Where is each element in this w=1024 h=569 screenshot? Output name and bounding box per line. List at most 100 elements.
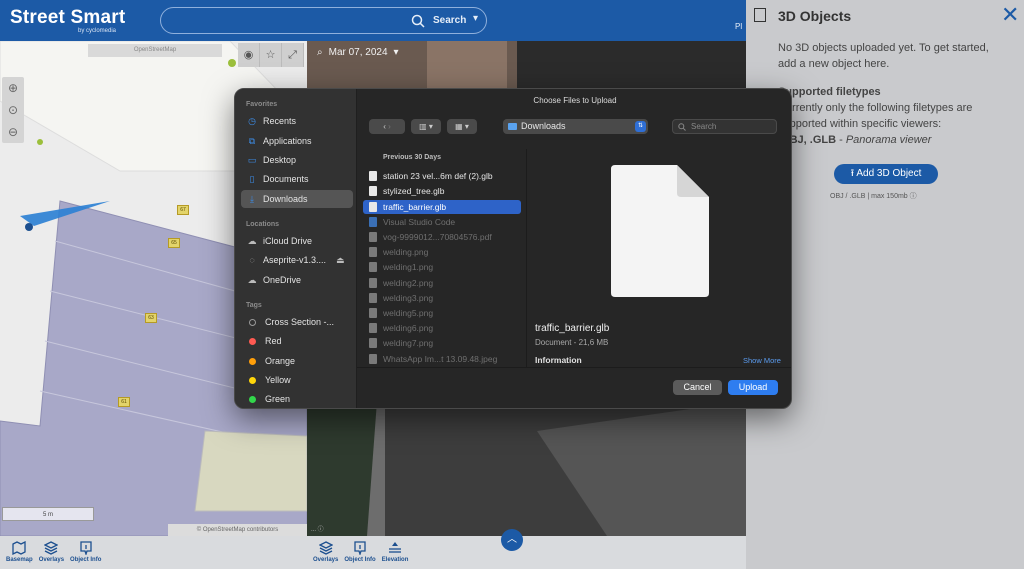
- file-row[interactable]: stylized_tree.glb: [363, 184, 521, 198]
- location-label: Downloads: [521, 121, 566, 131]
- file-preview: traffic_barrier.glb Document - 21,6 MB I…: [527, 149, 791, 367]
- file-row: WhatsApp Im...t 13.09.48.jpeg: [363, 352, 521, 366]
- tag-yellow[interactable]: Yellow: [241, 371, 353, 389]
- elevation-button[interactable]: Elevation: [382, 541, 408, 569]
- filetypes-line: .OBJ, .GLB - Panorama viewer: [778, 134, 932, 146]
- cloud-icon: ☁: [247, 275, 257, 285]
- file-name: welding7.png: [383, 338, 434, 348]
- tag-green[interactable]: Green: [241, 390, 353, 408]
- tag-cross-section[interactable]: Cross Section -...: [241, 313, 353, 331]
- file-row[interactable]: station 23 vel...6m def (2).glb: [363, 169, 521, 183]
- pano-toolbar: Overlays Object Info Elevation: [307, 536, 746, 569]
- file-name: welding2.png: [383, 278, 434, 288]
- close-icon[interactable]: ✕: [1001, 4, 1019, 26]
- file-name: vog-9999012...70804576.pdf: [383, 232, 492, 242]
- file-name: welding3.png: [383, 293, 434, 303]
- brand-logo[interactable]: Street Smart by cyclomedia: [10, 7, 125, 34]
- grid-view-button[interactable]: ▦ ▾: [447, 119, 477, 134]
- file-name: traffic_barrier.glb: [383, 202, 447, 212]
- file-name: welding.png: [383, 247, 429, 257]
- tag-orange[interactable]: Orange: [241, 352, 353, 370]
- sidebar-item-label: Recents: [263, 116, 297, 126]
- file-name: welding6.png: [383, 323, 434, 333]
- chevron-up-icon[interactable]: ︿: [501, 529, 523, 551]
- back-forward-buttons[interactable]: ‹ ›: [369, 119, 405, 134]
- add-3d-object-button[interactable]: ⭱ Add 3D Object: [834, 164, 938, 184]
- sidebar-item-label: Documents: [263, 174, 309, 184]
- overlays-button[interactable]: Overlays: [39, 541, 64, 569]
- top-bar: Street Smart by cyclomedia Search ▾ Pl: [0, 0, 746, 41]
- info-icon[interactable]: ⓘ: [910, 193, 917, 200]
- pano-attribution[interactable]: ... ⓘ: [311, 524, 324, 533]
- object-info-button[interactable]: Object Info: [344, 541, 376, 569]
- sidebar-item-label: Desktop: [263, 155, 297, 165]
- dialog-title: Choose Files to Upload: [533, 96, 617, 105]
- file-icon: [369, 171, 377, 181]
- lot-number: 63: [145, 313, 157, 323]
- object-info-button[interactable]: Object Info: [70, 541, 101, 569]
- layers-icon: [318, 541, 333, 555]
- sidebar-item-icloud[interactable]: ☁ iCloud Drive: [241, 232, 353, 250]
- search-label: Search: [433, 15, 467, 26]
- file-name: welding5.png: [383, 308, 434, 318]
- info-pin-icon: [80, 541, 92, 555]
- chevron-down-icon[interactable]: ▾: [473, 13, 478, 24]
- locate-icon[interactable]: ⊙: [2, 99, 24, 121]
- location-select[interactable]: Downloads ⇅: [503, 119, 648, 134]
- chevron-left-icon[interactable]: ‹: [383, 122, 386, 131]
- show-more-link[interactable]: Show More: [743, 356, 781, 365]
- zoom-out-icon[interactable]: ⊖: [2, 121, 24, 143]
- sidebar-item-recents[interactable]: ◷ Recents: [241, 112, 353, 130]
- document-icon: [611, 165, 709, 297]
- upload-note: OBJ / .GLB | max 150mb ⓘ: [830, 191, 917, 201]
- file-name: welding1.png: [383, 262, 434, 272]
- sidebar-item-desktop[interactable]: ▭ Desktop: [241, 151, 353, 169]
- tag-label: Cross Section -...: [265, 317, 335, 327]
- basemap-button[interactable]: Basemap: [6, 541, 33, 569]
- object-info-label: Object Info: [70, 557, 102, 563]
- search-input[interactable]: Search ▾: [160, 7, 487, 34]
- eject-icon[interactable]: ⏏: [336, 255, 345, 266]
- panel-icon: [754, 8, 766, 22]
- file-row-selected[interactable]: traffic_barrier.glb: [363, 200, 521, 214]
- file-group-header: Previous 30 Days: [383, 154, 441, 161]
- sidebar-item-downloads[interactable]: ⤓ Downloads: [241, 190, 353, 208]
- chevron-right-icon[interactable]: ›: [388, 122, 391, 131]
- star-icon[interactable]: ☆: [260, 43, 282, 67]
- image-file-icon: [369, 278, 377, 288]
- empty-state-text: No 3D objects uploaded yet. To get start…: [778, 42, 989, 70]
- vscode-icon: [369, 217, 377, 227]
- zoom-in-icon[interactable]: ⊕: [2, 77, 24, 99]
- image-file-icon: [369, 247, 377, 257]
- tag-label: Orange: [265, 356, 296, 366]
- object-info-label: Object Info: [344, 557, 376, 563]
- file-row: welding2.png: [363, 276, 521, 290]
- sidebar-item-applications[interactable]: ⧉ Applications: [241, 132, 353, 150]
- sidebar-item-documents[interactable]: ▯ Documents: [241, 170, 353, 188]
- file-row: welding1.png: [363, 260, 521, 274]
- view-mode-button[interactable]: ▥ ▾: [411, 119, 441, 134]
- tag-label: Yellow: [265, 375, 291, 385]
- file-name: stylized_tree.glb: [383, 186, 445, 196]
- applications-icon: ⧉: [248, 136, 256, 146]
- sidebar-item-label: Aseprite-v1.3....: [263, 255, 327, 265]
- dialog-footer: Cancel Upload: [357, 367, 791, 408]
- preview-file-name: traffic_barrier.glb: [535, 323, 610, 334]
- upload-button[interactable]: Upload: [728, 380, 778, 395]
- date-selector[interactable]: ⌕ Mar 07, 2024 ▾: [317, 47, 399, 58]
- file-row: welding7.png: [363, 336, 521, 350]
- updown-icon: ⇅: [635, 121, 646, 132]
- upload-note-text: OBJ / .GLB | max 150mb: [830, 193, 908, 200]
- overlays-button[interactable]: Overlays: [313, 541, 338, 569]
- add-button-label: Add 3D Object: [856, 168, 922, 179]
- expand-icon[interactable]: ⤢: [282, 43, 304, 67]
- pano-date-label: Mar 07, 2024: [328, 47, 388, 58]
- sidebar-item-onedrive[interactable]: ☁ OneDrive: [241, 271, 353, 289]
- cancel-button[interactable]: Cancel: [673, 380, 722, 395]
- eye-icon[interactable]: ◉: [238, 43, 260, 67]
- dialog-search-input[interactable]: Search: [672, 119, 777, 134]
- favorites-heading: Favorites: [246, 101, 278, 108]
- tag-red[interactable]: Red: [241, 332, 353, 350]
- tags-heading: Tags: [246, 302, 262, 309]
- sidebar-item-aseprite[interactable]: ◌ Aseprite-v1.3.... ⏏: [241, 251, 353, 269]
